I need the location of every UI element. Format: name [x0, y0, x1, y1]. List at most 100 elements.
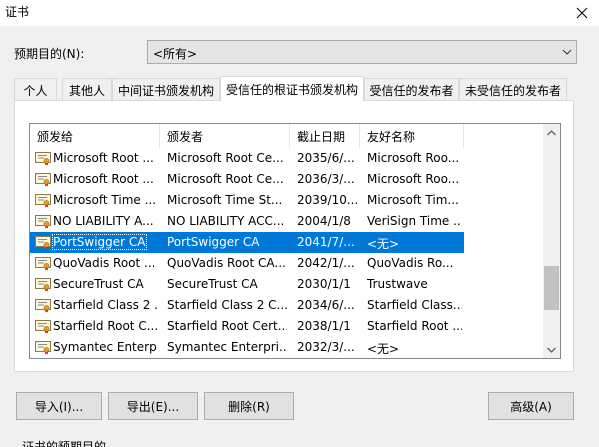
friendly-name-cell: Microsoft Tim... [367, 193, 459, 207]
table-row[interactable]: Microsoft Root ... Microsoft Root Ce... 20… [30, 169, 544, 190]
purpose-label: 预期目的(N): [14, 47, 85, 61]
certificate-list[interactable]: 颁发给 颁发者 截止日期 友好名称 Microsoft Root ... Micr… [29, 123, 561, 359]
certificate-icon [35, 257, 51, 271]
friendly-name-cell: VeriSign Time ... [367, 214, 462, 228]
scroll-up-button[interactable] [543, 124, 560, 141]
issued-by-cell: Starfield Class 2 C... [167, 298, 287, 312]
close-button[interactable] [565, 0, 599, 26]
tab-intermediate-ca[interactable]: 中间证书颁发机构 [112, 78, 220, 100]
expiration-cell: 2004/1/8 [297, 214, 351, 228]
expiration-cell: 2042/1/... [297, 256, 355, 270]
certificate-icon [35, 341, 51, 355]
column-label: 颁发者 [167, 130, 204, 144]
issued-to-cell: QuoVadis Root ... [53, 256, 156, 270]
issued-by-cell: Microsoft Root Ce... [167, 172, 284, 186]
row-content: PortSwigger CA PortSwigger CA 2041/7/... <无… [30, 232, 464, 253]
column-header-issued-by[interactable]: 颁发者 [160, 124, 290, 148]
column-label: 截止日期 [297, 130, 346, 144]
friendly-name-cell: Starfield Root ... [367, 319, 462, 333]
row-content: Starfield Root C... Starfield Root Cert..… [30, 316, 464, 337]
export-button[interactable]: 导出(E)... [108, 392, 198, 420]
purpose-dropdown[interactable]: <所有> [147, 40, 577, 64]
chevron-down-icon [562, 49, 572, 55]
row-content: Microsoft Root ... Microsoft Root Ce... 20… [30, 169, 464, 190]
tab-untrusted-publishers[interactable]: 未受信任的发布者 [459, 78, 567, 100]
tab-label: 未受信任的发布者 [464, 84, 561, 98]
row-content: SecureTrust CA SecureTrust CA 2030/1/1 Trus… [30, 274, 464, 295]
certificate-icon [35, 152, 51, 166]
close-icon [576, 7, 588, 19]
issued-by-cell: NO LIABILITY ACC... [167, 214, 285, 228]
table-row[interactable]: PortSwigger CA PortSwigger CA 2041/7/... <无… [30, 232, 544, 253]
issued-to-cell: Microsoft Time ... [53, 193, 157, 207]
table-row[interactable]: QuoVadis Root ... QuoVadis Root CA... 2042… [30, 253, 544, 274]
expiration-cell: 2041/7/... [297, 235, 355, 249]
table-row[interactable]: Microsoft Time ... Microsoft Time St... 20… [30, 190, 544, 211]
expiration-cell: 2035/6/... [297, 151, 355, 165]
column-header-friendly-name[interactable]: 友好名称 [360, 124, 464, 148]
expiration-cell: 2036/3/... [297, 172, 355, 186]
issued-to-cell: Starfield Root C... [53, 319, 158, 333]
certificate-icon [35, 215, 51, 229]
tab-label: 其他人 [68, 84, 105, 98]
table-row[interactable]: Starfield Root C... Starfield Root Cert..… [30, 316, 544, 337]
column-label: 友好名称 [367, 130, 416, 144]
intended-purposes-label: 证书的预期目的 [22, 440, 107, 447]
friendly-name-cell: QuoVadis Ro... [367, 256, 454, 270]
column-label: 颁发给 [37, 130, 74, 144]
issued-to-cell: Starfield Class 2 ... [53, 298, 158, 312]
issued-by-cell: SecureTrust CA [167, 277, 258, 291]
purpose-value: <所有> [153, 47, 198, 61]
tab-trusted-publishers[interactable]: 受信任的发布者 [364, 78, 459, 100]
scroll-down-button[interactable] [543, 341, 560, 358]
issued-by-cell: PortSwigger CA [167, 235, 260, 249]
tab-personal[interactable]: 个人 [14, 78, 57, 100]
issued-to-cell: Symantec Enterp... [53, 340, 158, 354]
issued-by-cell: Microsoft Root Ce... [167, 151, 284, 165]
vertical-scrollbar[interactable] [543, 124, 560, 358]
button-label: 删除(R) [228, 399, 270, 414]
table-row[interactable]: NO LIABILITY A... NO LIABILITY ACC... 2004… [30, 211, 544, 232]
tab-label: 受信任的根证书颁发机构 [225, 83, 358, 97]
certificate-icon [35, 194, 51, 208]
scrollbar-thumb[interactable] [544, 266, 559, 310]
button-label: 导入(I)... [34, 399, 84, 414]
friendly-name-cell: Microsoft Roo... [367, 151, 460, 165]
row-content: Microsoft Time ... Microsoft Time St... 20… [30, 190, 464, 211]
column-header-issued-to[interactable]: 颁发给 [30, 124, 160, 148]
tab-label: 个人 [23, 84, 48, 98]
tab-trusted-root-ca[interactable]: 受信任的根证书颁发机构 [220, 76, 364, 101]
window-title: 证书 [5, 5, 30, 19]
issued-to-cell: Microsoft Root ... [53, 172, 154, 186]
chevron-up-icon [547, 129, 556, 135]
chevron-down-icon [547, 347, 556, 353]
expiration-cell: 2038/1/1 [297, 319, 351, 333]
expiration-cell: 2032/3/... [297, 340, 355, 354]
import-button[interactable]: 导入(I)... [16, 392, 102, 420]
issued-by-cell: Microsoft Time St... [167, 193, 283, 207]
expiration-cell: 2034/6/... [297, 298, 355, 312]
table-row[interactable]: Symantec Enterp... Symantec Enterpri... 20… [30, 337, 544, 358]
list-header: 颁发给 颁发者 截止日期 友好名称 [30, 124, 544, 148]
issued-by-cell: Starfield Root Cert... [167, 319, 287, 333]
friendly-name-cell: Trustwave [367, 277, 428, 291]
issued-to-cell: Microsoft Root ... [53, 151, 154, 165]
table-row[interactable]: SecureTrust CA SecureTrust CA 2030/1/1 Trus… [30, 274, 544, 295]
issued-by-cell: Symantec Enterpri... [167, 340, 287, 354]
remove-button[interactable]: 删除(R) [204, 392, 294, 420]
tab-panel: 颁发给 颁发者 截止日期 友好名称 Microsoft Root ... Micr… [14, 100, 574, 372]
advanced-button[interactable]: 高级(A) [488, 392, 574, 420]
button-label: 导出(E)... [126, 399, 180, 414]
table-row[interactable]: Microsoft Root ... Microsoft Root Ce... 20… [30, 148, 544, 169]
tab-label: 中间证书颁发机构 [117, 84, 214, 98]
issued-to-cell: SecureTrust CA [53, 277, 144, 291]
tab-label: 受信任的发布者 [369, 84, 454, 98]
row-content: Starfield Class 2 ... Starfield Class 2 C… [30, 295, 464, 316]
table-row[interactable]: Starfield Class 2 ... Starfield Class 2 C… [30, 295, 544, 316]
tab-other-people[interactable]: 其他人 [62, 78, 112, 100]
expiration-cell: 2039/10... [297, 193, 359, 207]
friendly-name-cell: Starfield Class... [367, 298, 462, 312]
column-header-expiration[interactable]: 截止日期 [290, 124, 360, 148]
row-content: QuoVadis Root ... QuoVadis Root CA... 2042… [30, 253, 464, 274]
expiration-cell: 2030/1/1 [297, 277, 351, 291]
